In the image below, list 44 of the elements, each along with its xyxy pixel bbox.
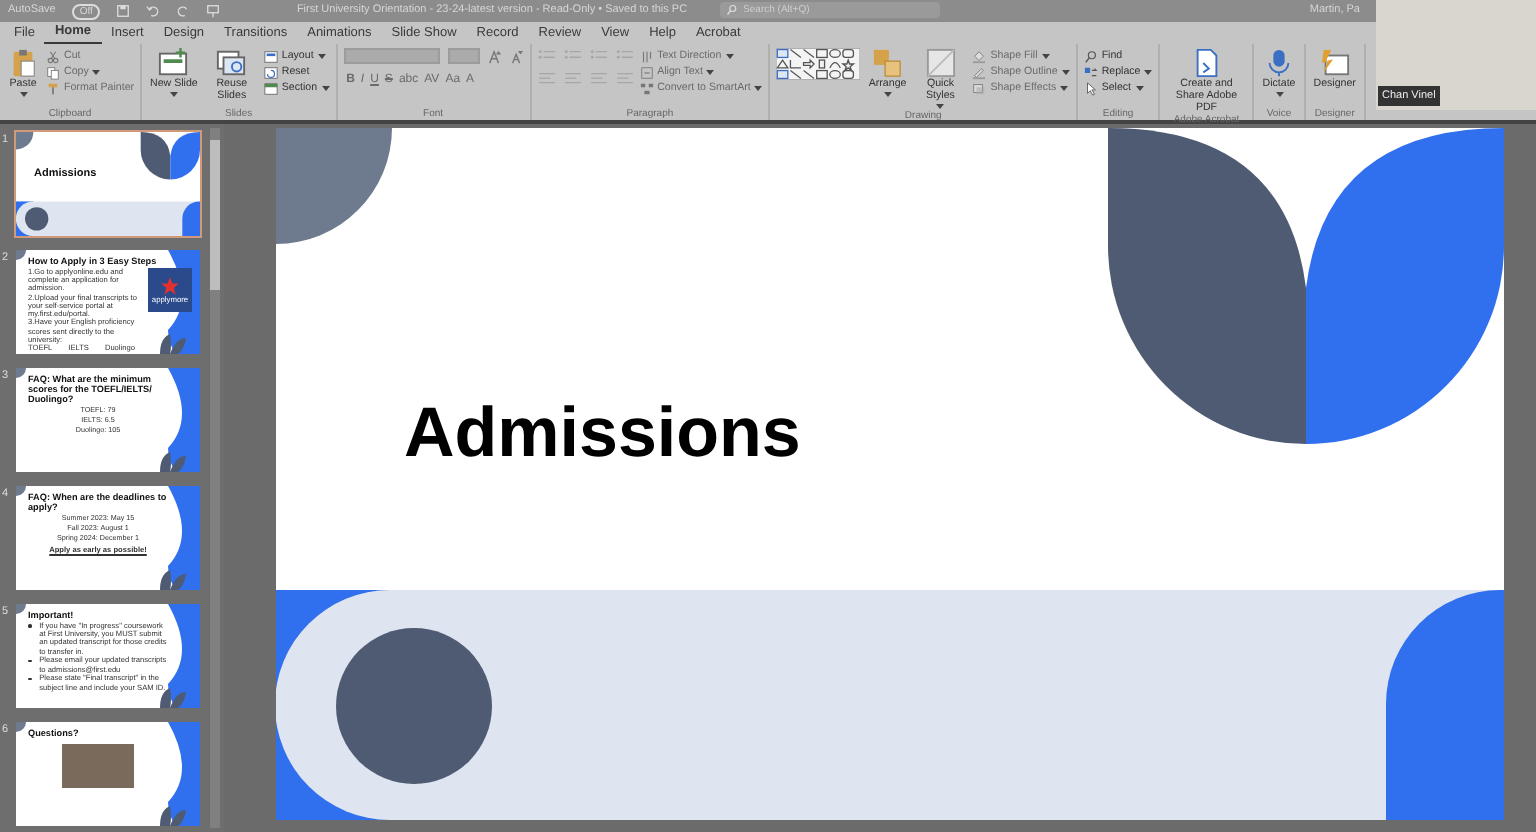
search-icon [725, 4, 738, 17]
paint-bucket-icon [972, 49, 987, 63]
align-icon [639, 65, 654, 79]
presenter-icon [206, 4, 221, 18]
pen-icon [972, 65, 987, 79]
reuse-slides-icon [216, 48, 247, 78]
star-icon [160, 275, 180, 295]
list-icon [563, 48, 582, 62]
section-icon [263, 81, 278, 95]
redo-icon [176, 4, 191, 18]
list-icon [589, 48, 608, 62]
photo-placeholder [62, 743, 134, 788]
reset-icon [263, 65, 278, 79]
search-icon [1083, 49, 1098, 63]
arrange-icon [872, 48, 903, 78]
slide-thumbnail[interactable] [16, 250, 200, 354]
text-direction-icon [639, 49, 654, 63]
square-effects-icon [972, 81, 987, 95]
new-slide-icon [158, 48, 189, 78]
list-icon [615, 48, 634, 62]
copy-icon [46, 65, 60, 79]
replace-icon [1083, 65, 1098, 79]
designer-icon [1319, 48, 1350, 78]
grow-font-icon [487, 49, 502, 63]
scrollbar[interactable] [210, 128, 220, 828]
shrink-font-icon [509, 49, 524, 63]
brush-icon [46, 81, 60, 95]
align-lines-icon [615, 70, 634, 84]
align-lines-icon [563, 70, 582, 84]
layout-icon [263, 49, 278, 63]
undo-icon [146, 4, 161, 18]
scissors-icon [46, 49, 60, 63]
scrollbar-thumb[interactable] [210, 140, 220, 290]
clipboard-icon [8, 48, 38, 78]
cursor-icon [1083, 81, 1098, 95]
smartart-icon [639, 81, 654, 95]
microphone-icon [1264, 48, 1294, 78]
save-icon [116, 4, 131, 18]
document-icon [1191, 48, 1222, 78]
slide-thumbnail[interactable] [16, 604, 200, 708]
align-lines-icon [537, 70, 556, 84]
align-lines-icon [589, 70, 608, 84]
slide-title: Admissions [404, 392, 801, 476]
list-icon [537, 48, 556, 62]
